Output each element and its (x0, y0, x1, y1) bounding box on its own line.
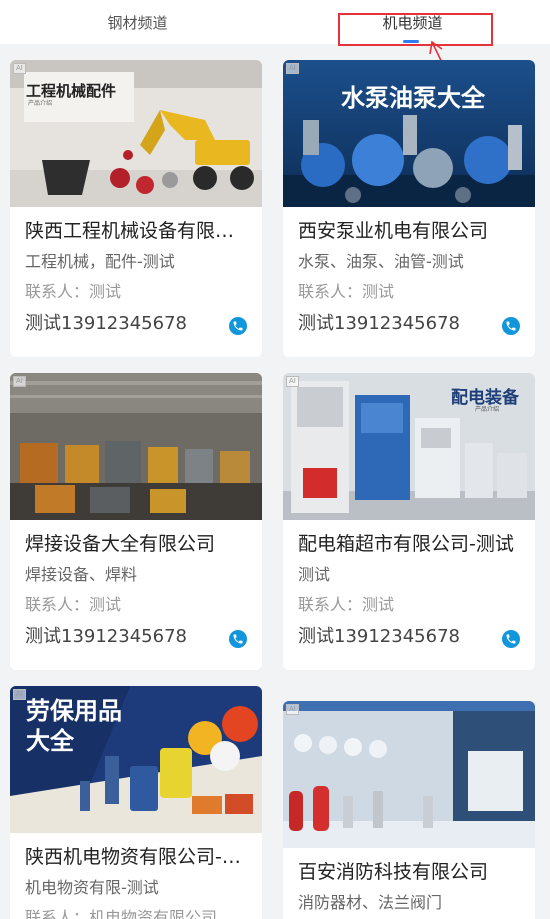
phone-number: 测试13912345678 (25, 313, 187, 334)
business-category: 消防器材、法兰阀门 (298, 893, 443, 912)
company-card[interactable]: 配电装备 产品介绍 AI 配电箱超市有限公司-测试 测试 联系人：测试 测试13… (283, 373, 535, 670)
image-subtitle: 产品介绍 (475, 406, 500, 413)
product-image-distribution-boxes: 配电装备 产品介绍 AI (283, 373, 535, 520)
product-image-labor-protection: 劳保用品大全 AI (10, 686, 262, 833)
ai-badge: AI (286, 63, 299, 74)
company-card[interactable]: AI 百安消防科技有限公司 消防器材、法兰阀门 (283, 701, 535, 919)
company-card[interactable]: 水泵油泵大全 AI 西安泵业机电有限公司 水泵、油泵、油管-测试 联系人：测试 … (283, 60, 535, 357)
phone-call-icon[interactable] (502, 630, 520, 648)
contact-person: 联系人：测试 (298, 282, 395, 301)
company-card[interactable]: 劳保用品大全 AI 陕西机电物资有限公司-测试 机电物资有限-测试 联系人：机电… (10, 686, 262, 919)
company-card[interactable]: AI 焊接设备大全有限公司 焊接设备、焊料 联系人：测试 测试139123456… (10, 373, 262, 670)
product-image-welding-equipment: AI (10, 373, 262, 520)
business-category: 工程机械，配件-测试 (25, 252, 175, 271)
company-name: 陕西机电物资有限公司-测试 (25, 846, 250, 868)
business-category: 水泵、油泵、油管-测试 (298, 252, 464, 271)
image-subtitle: 产品介绍 (28, 100, 53, 107)
business-category: 测试 (298, 565, 331, 584)
contact-person: 联系人：测试 (298, 595, 395, 614)
ai-badge: AI (13, 63, 26, 74)
product-image-pumps: 水泵油泵大全 AI (283, 60, 535, 207)
contact-person: 联系人：测试 (25, 282, 122, 301)
phone-call-icon[interactable] (229, 630, 247, 648)
company-card[interactable]: 工程机械配件 产品介绍 AI 陕西工程机械设备有限公司 工程机械，配件-测试 联… (10, 60, 262, 357)
tab-steel-channel[interactable]: 钢材频道 (0, 0, 275, 44)
ai-badge: AI (286, 376, 299, 387)
phone-call-icon[interactable] (229, 317, 247, 335)
image-title: 水泵油泵大全 (341, 84, 485, 112)
contact-person: 联系人：测试 (25, 595, 122, 614)
contact-person: 联系人：机电物资有限公司 (25, 908, 218, 919)
image-title: 劳保用品大全 (26, 697, 122, 755)
phone-number: 测试13912345678 (25, 626, 187, 647)
phone-call-icon[interactable] (502, 317, 520, 335)
phone-number: 测试13912345678 (298, 313, 460, 334)
company-name: 陕西工程机械设备有限公司 (25, 220, 250, 242)
business-category: 机电物资有限-测试 (25, 878, 159, 897)
ai-badge: AI (13, 376, 26, 387)
ai-badge: AI (286, 704, 299, 715)
company-name: 焊接设备大全有限公司 (25, 533, 216, 555)
company-name: 西安泵业机电有限公司 (298, 220, 489, 242)
product-image-fire-equipment: AI (283, 701, 535, 848)
company-name: 百安消防科技有限公司 (298, 861, 489, 883)
ai-badge: AI (13, 689, 26, 700)
business-category: 焊接设备、焊料 (25, 565, 138, 584)
product-image-construction-machinery: 工程机械配件 产品介绍 AI (10, 60, 262, 207)
company-name: 配电箱超市有限公司-测试 (298, 533, 514, 555)
phone-number: 测试13912345678 (298, 626, 460, 647)
